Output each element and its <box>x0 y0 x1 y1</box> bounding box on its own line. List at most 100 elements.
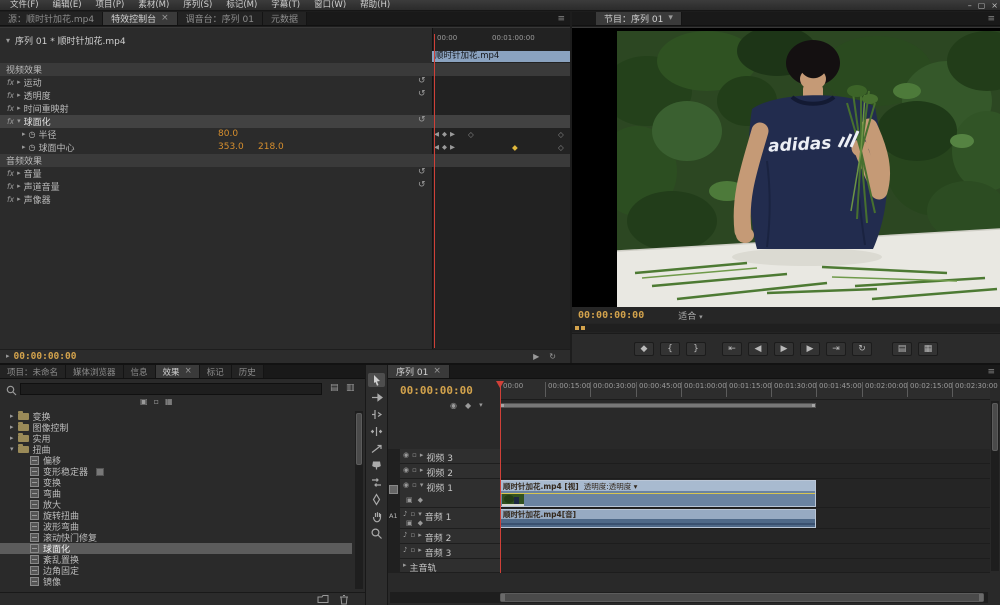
track-lane-video2[interactable] <box>500 464 990 479</box>
next-keyframe-button[interactable]: ▶ <box>450 143 455 151</box>
eye-icon[interactable]: ◉ <box>403 481 409 489</box>
folder-utility[interactable]: ▸实用 <box>0 433 352 444</box>
fx-icon[interactable]: fx <box>7 182 14 191</box>
slip-tool[interactable] <box>368 475 385 489</box>
chevron-down-icon[interactable]: ▾ <box>6 37 10 45</box>
maximize-button[interactable]: ▢ <box>978 1 986 10</box>
chevron-right-icon[interactable]: ▸ <box>418 546 422 554</box>
timeline-settings-icon[interactable]: ◉ <box>450 402 457 410</box>
rolling-edit-tool[interactable] <box>368 424 385 438</box>
zoom-handle[interactable] <box>575 326 579 330</box>
ec-effect-opacity[interactable]: fx▸透明度↺ <box>0 89 570 102</box>
opacity-rubber-band[interactable] <box>501 493 815 494</box>
razor-tool[interactable] <box>368 458 385 472</box>
chevron-right-icon[interactable]: ▸ <box>6 353 10 360</box>
program-zoom-strip[interactable] <box>572 324 1000 332</box>
chevron-right-icon[interactable]: ▸ <box>10 424 14 431</box>
selection-tool[interactable] <box>368 373 385 387</box>
track-header-video2[interactable]: ◉▫▸视频 2 <box>400 464 500 479</box>
effect-item-mirror[interactable]: 镜像 <box>0 576 352 587</box>
close-tab-icon[interactable]: × <box>433 367 441 376</box>
work-area-bar[interactable] <box>500 403 816 408</box>
loop-button[interactable]: ↻ <box>852 342 872 356</box>
menu-edit[interactable]: 编辑(E) <box>47 0 88 11</box>
scrollbar-thumb[interactable] <box>500 593 984 602</box>
panel-menu-icon[interactable]: ≡ <box>552 14 570 24</box>
new-bin-button[interactable] <box>317 594 329 604</box>
track-lane-video3[interactable] <box>500 449 990 464</box>
display-style-icon[interactable]: ▣ <box>406 519 413 527</box>
ec-loop-button[interactable]: ↻ <box>549 353 556 361</box>
close-tab-icon[interactable]: × <box>185 367 192 376</box>
panel-menu-icon[interactable]: ≡ <box>982 367 1000 377</box>
keyframe-icon[interactable]: ◇ <box>558 143 564 152</box>
reset-effect-button[interactable]: ↺ <box>418 77 426 86</box>
ec-effect-volume[interactable]: fx▸音量↺ <box>0 167 570 180</box>
keyframe-icon[interactable]: ◇ <box>558 130 564 139</box>
menu-help[interactable]: 帮助(H) <box>354 0 396 11</box>
center-y-value[interactable]: 218.0 <box>258 142 284 152</box>
ec-effect-spherize[interactable]: fx▾球面化↺ <box>0 115 570 128</box>
show-keyframes-icon[interactable]: ◆ <box>418 496 423 504</box>
tab-audio-mixer[interactable]: 调音台：序列 01 <box>178 12 263 25</box>
zoom-handle[interactable] <box>581 326 585 330</box>
tab-media-browser[interactable]: 媒体浏览器 <box>66 365 124 378</box>
track-lane-audio2[interactable] <box>500 529 990 544</box>
tab-project[interactable]: 项目：未命名 <box>0 365 66 378</box>
display-style-icon[interactable]: ▣ <box>406 496 413 504</box>
chevron-down-icon[interactable]: ▾ <box>17 118 21 125</box>
fx-icon[interactable]: fx <box>7 104 14 113</box>
audio-patch-label[interactable]: A1 <box>389 512 398 520</box>
speaker-icon[interactable]: ♪ <box>403 546 407 554</box>
audio-clip[interactable]: 顺时针加花.mp4[音] <box>500 509 816 528</box>
hand-tool[interactable] <box>368 509 385 523</box>
clip-effect-label[interactable]: 透明度:透明度 ▾ <box>584 481 638 492</box>
view-list-button[interactable]: ▤ <box>330 384 339 393</box>
speaker-icon[interactable]: ♪ <box>403 510 407 518</box>
zoom-handle[interactable] <box>979 594 983 601</box>
lock-icon[interactable]: ▫ <box>412 451 417 459</box>
radius-value[interactable]: 80.0 <box>218 129 238 139</box>
menu-project[interactable]: 项目(P) <box>90 0 131 11</box>
tab-effect-controls[interactable]: 特效控制台× <box>103 12 178 25</box>
scrollbar-thumb[interactable] <box>992 403 998 451</box>
menu-file[interactable]: 文件(F) <box>4 0 45 11</box>
chevron-right-icon[interactable]: ▸ <box>420 451 424 459</box>
ec-playhead[interactable] <box>434 34 435 348</box>
timeline-ruler[interactable]: 00:00 00:00:15:00 00:00:30:00 00:00:45:0… <box>500 379 990 400</box>
lock-icon[interactable]: ▫ <box>410 510 415 518</box>
chevron-right-icon[interactable]: ▸ <box>10 413 14 420</box>
go-to-out-button[interactable]: ⇥ <box>826 342 846 356</box>
playhead-line[interactable] <box>500 381 501 573</box>
effects-search-input[interactable] <box>20 383 322 395</box>
chevron-right-icon[interactable]: ▸ <box>418 531 422 539</box>
go-to-in-button[interactable]: ⇤ <box>722 342 742 356</box>
tab-effects[interactable]: 效果× <box>156 365 200 378</box>
program-timecode[interactable]: 00:00:00:00 <box>578 310 644 321</box>
timeline-vertical-scrollbar[interactable] <box>991 401 999 571</box>
show-keyframes-icon[interactable]: ◆ <box>418 519 423 527</box>
track-header-audio1[interactable]: ♪▫▾音频 1▣◆ <box>400 508 500 529</box>
tab-source-monitor[interactable]: 源：顺时针加花.mp4 <box>0 12 103 25</box>
delete-button[interactable] <box>339 594 349 605</box>
eye-icon[interactable]: ◉ <box>403 466 409 474</box>
tab-info[interactable]: 信息 <box>124 365 156 378</box>
play-button[interactable]: ▶ <box>774 342 794 356</box>
rate-stretch-tool[interactable] <box>368 441 385 455</box>
minimize-button[interactable]: – <box>968 1 972 10</box>
chevron-right-icon[interactable]: ▸ <box>17 170 21 177</box>
mark-out-button[interactable]: } <box>686 342 706 356</box>
fx-icon[interactable]: fx <box>7 91 14 100</box>
chevron-down-icon[interactable]: ▾ <box>10 446 14 453</box>
panel-menu-icon[interactable]: ≡ <box>982 14 1000 24</box>
tab-sequence-01[interactable]: 序列 01× <box>388 365 450 378</box>
tab-program-monitor[interactable]: 节目：序列 01 ▾ <box>596 12 682 25</box>
menu-clip[interactable]: 素材(M) <box>132 0 175 11</box>
ec-param-radius[interactable]: ▸◷半径80.0 ◀◆▶◇◇ <box>0 128 570 141</box>
reset-effect-button[interactable]: ↺ <box>418 168 426 177</box>
chevron-down-icon[interactable]: ▾ <box>418 510 422 518</box>
mark-in-button[interactable]: { <box>660 342 680 356</box>
eye-icon[interactable]: ◉ <box>403 451 409 459</box>
add-marker-button[interactable]: ◆ <box>634 342 654 356</box>
folder-image-control[interactable]: ▸图像控制 <box>0 422 352 433</box>
